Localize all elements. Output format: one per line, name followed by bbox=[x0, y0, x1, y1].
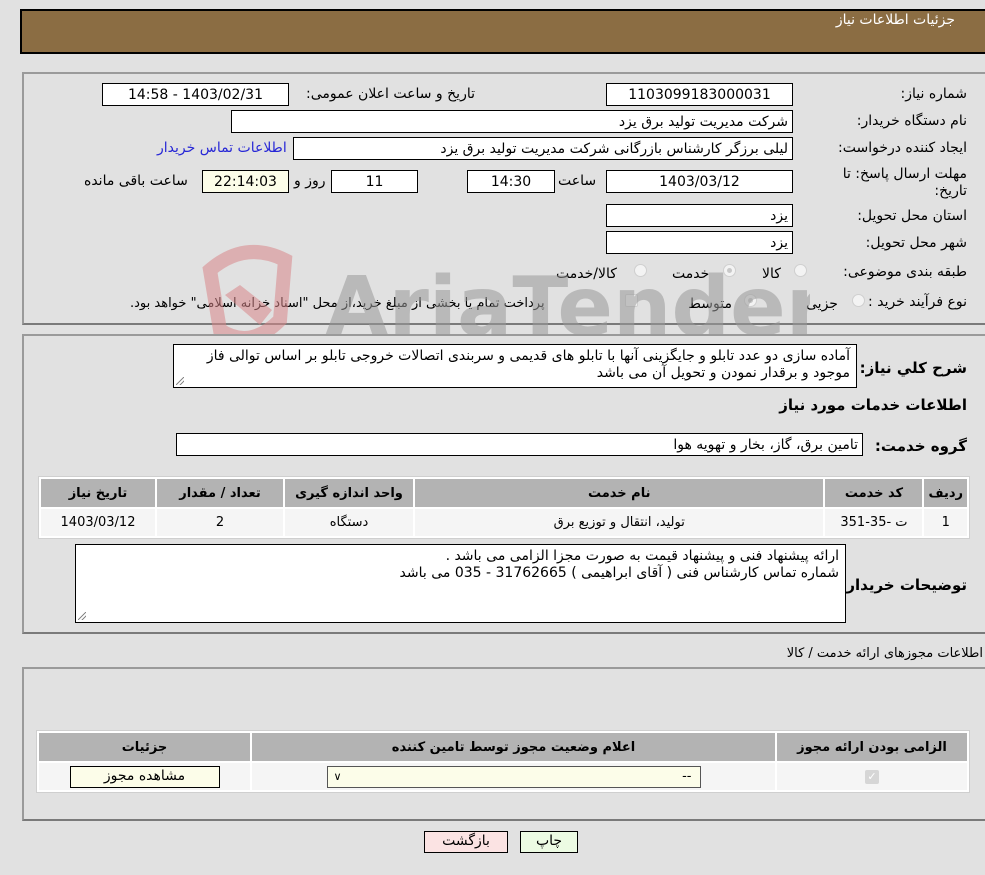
process-radio-minor[interactable] bbox=[852, 294, 865, 307]
buyer-org-label: نام دستگاه خریدار: bbox=[856, 113, 967, 129]
days-remaining-field: 11 bbox=[331, 170, 418, 193]
cell-permit-required: ✓ bbox=[777, 763, 967, 790]
buyer-notes-line-2: شماره تماس کارشناس فنی ( آقای ابراهیمی )… bbox=[399, 565, 840, 581]
category-option-goods-service: کالا/خدمت bbox=[556, 266, 617, 282]
deadline-label: مهلت ارسال پاسخ: تا تاریخ: bbox=[842, 166, 967, 199]
province-field: یزد bbox=[606, 204, 793, 227]
col-row: ردیف bbox=[924, 479, 967, 507]
permit-status-value: -- bbox=[682, 768, 692, 784]
description-text: آماده سازی دو عدد تابلو و جایگزینی آنها … bbox=[206, 348, 850, 381]
process-option-medium: متوسط bbox=[688, 296, 732, 312]
col-permit-required: الزامی بودن ارائه مجوز bbox=[777, 733, 967, 761]
category-option-goods: کالا bbox=[762, 266, 781, 282]
permit-status-select[interactable]: -- ∨ bbox=[326, 765, 701, 788]
services-table: تاریخ نیاز تعداد / مقدار واحد اندازه گیر… bbox=[38, 476, 970, 539]
cell-service-code: ت -35-351 bbox=[825, 509, 923, 536]
announce-date-label: تاریخ و ساعت اعلان عمومی: bbox=[306, 86, 475, 102]
permits-table: جزئیات اعلام وضعیت مجوز توسط تامین کننده… bbox=[36, 730, 970, 793]
process-label: نوع فرآیند خرید : bbox=[868, 294, 967, 310]
col-service-code: کد خدمت bbox=[825, 479, 923, 507]
category-radio-goods[interactable] bbox=[794, 264, 807, 277]
description-label: شرح کلي نیاز: bbox=[859, 359, 967, 377]
resize-grip-icon[interactable] bbox=[78, 612, 86, 620]
chevron-down-icon: ∨ bbox=[333, 769, 342, 783]
buyer-notes-line-1: ارائه پیشنهاد فنی و پیشنهاد قیمت به صورت… bbox=[445, 548, 839, 564]
buyer-contact-link[interactable]: اطلاعات تماس خریدار bbox=[157, 140, 287, 156]
print-button[interactable]: چاپ bbox=[520, 831, 578, 853]
col-need-date: تاریخ نیاز bbox=[41, 479, 155, 507]
col-service-name: نام خدمت bbox=[415, 479, 824, 507]
permits-section-title: اطلاعات مجوزهای ارائه خدمت / کالا bbox=[786, 646, 983, 661]
announce-date-field: 1403/02/31 - 14:58 bbox=[102, 83, 289, 106]
creator-label: ایجاد کننده درخواست: bbox=[838, 140, 967, 156]
deadline-time-field: 14:30 bbox=[467, 170, 555, 193]
time-remaining-field: 22:14:03 bbox=[202, 170, 289, 193]
cell-details: مشاهده مجوز bbox=[39, 763, 250, 790]
city-field: یزد bbox=[606, 231, 793, 254]
buyer-org-field: شرکت مدیریت تولید برق یزد bbox=[231, 110, 793, 133]
treasury-payment-note: پرداخت تمام یا بخشی از مبلغ خرید،از محل … bbox=[130, 296, 545, 311]
need-number-field: 1103099183000031 bbox=[606, 83, 793, 106]
col-permit-status: اعلام وضعیت مجوز توسط تامین کننده bbox=[252, 733, 775, 761]
city-label: شهر محل تحویل: bbox=[865, 235, 967, 251]
services-section-title: اطلاعات خدمات مورد نیاز bbox=[779, 396, 967, 414]
category-radio-goods-service[interactable] bbox=[634, 264, 647, 277]
creator-field: لیلی برزگر کارشناس بازرگانی شرکت مدیریت … bbox=[293, 137, 793, 160]
deadline-date-field: 1403/03/12 bbox=[606, 170, 793, 193]
page-title: جزئیات اطلاعات نیاز bbox=[835, 12, 955, 28]
resize-grip-icon[interactable] bbox=[176, 377, 184, 385]
col-quantity: تعداد / مقدار bbox=[157, 479, 283, 507]
cell-permit-status: -- ∨ bbox=[252, 763, 775, 790]
back-button[interactable]: بازگشت bbox=[424, 831, 508, 853]
cell-unit: دستگاه bbox=[285, 509, 413, 536]
province-label: استان محل تحویل: bbox=[857, 208, 967, 224]
service-group-label: گروه خدمت: bbox=[874, 437, 967, 455]
buyer-notes-label: توضیحات خریدار: bbox=[840, 576, 967, 594]
deadline-time-label: ساعت bbox=[558, 173, 597, 189]
time-remaining-label: ساعت باقی مانده bbox=[84, 173, 188, 189]
permit-required-checkbox[interactable]: ✓ bbox=[865, 770, 879, 784]
buyer-notes-textarea[interactable]: ارائه پیشنهاد فنی و پیشنهاد قیمت به صورت… bbox=[75, 544, 846, 623]
category-radio-service[interactable] bbox=[723, 264, 736, 277]
need-number-label: شماره نیاز: bbox=[900, 86, 968, 102]
services-table-header: تاریخ نیاز تعداد / مقدار واحد اندازه گیر… bbox=[41, 479, 967, 507]
cell-quantity: 2 bbox=[157, 509, 283, 536]
process-option-minor: جزیی bbox=[806, 296, 838, 312]
view-permit-button[interactable]: مشاهده مجوز bbox=[69, 765, 220, 788]
service-group-field: تامین برق، گاز، بخار و تهویه هوا bbox=[176, 433, 863, 456]
cell-row: 1 bbox=[924, 509, 967, 536]
col-details: جزئیات bbox=[39, 733, 250, 761]
description-textarea[interactable]: آماده سازی دو عدد تابلو و جایگزینی آنها … bbox=[173, 344, 857, 388]
days-label: روز و bbox=[294, 173, 326, 189]
cell-need-date: 1403/03/12 bbox=[41, 509, 155, 536]
table-row: مشاهده مجوز -- ∨ ✓ bbox=[39, 763, 967, 790]
category-option-service: خدمت bbox=[672, 266, 710, 282]
col-unit: واحد اندازه گیری bbox=[285, 479, 413, 507]
table-row: 1403/03/12 2 دستگاه تولید، انتقال و توزی… bbox=[41, 509, 967, 536]
process-radio-medium[interactable] bbox=[744, 294, 757, 307]
cell-service-name: تولید، انتقال و توزیع برق bbox=[415, 509, 824, 536]
permits-table-header: جزئیات اعلام وضعیت مجوز توسط تامین کننده… bbox=[39, 733, 967, 761]
treasury-payment-checkbox[interactable] bbox=[625, 294, 638, 307]
category-label: طبقه بندی موضوعی: bbox=[843, 264, 967, 280]
